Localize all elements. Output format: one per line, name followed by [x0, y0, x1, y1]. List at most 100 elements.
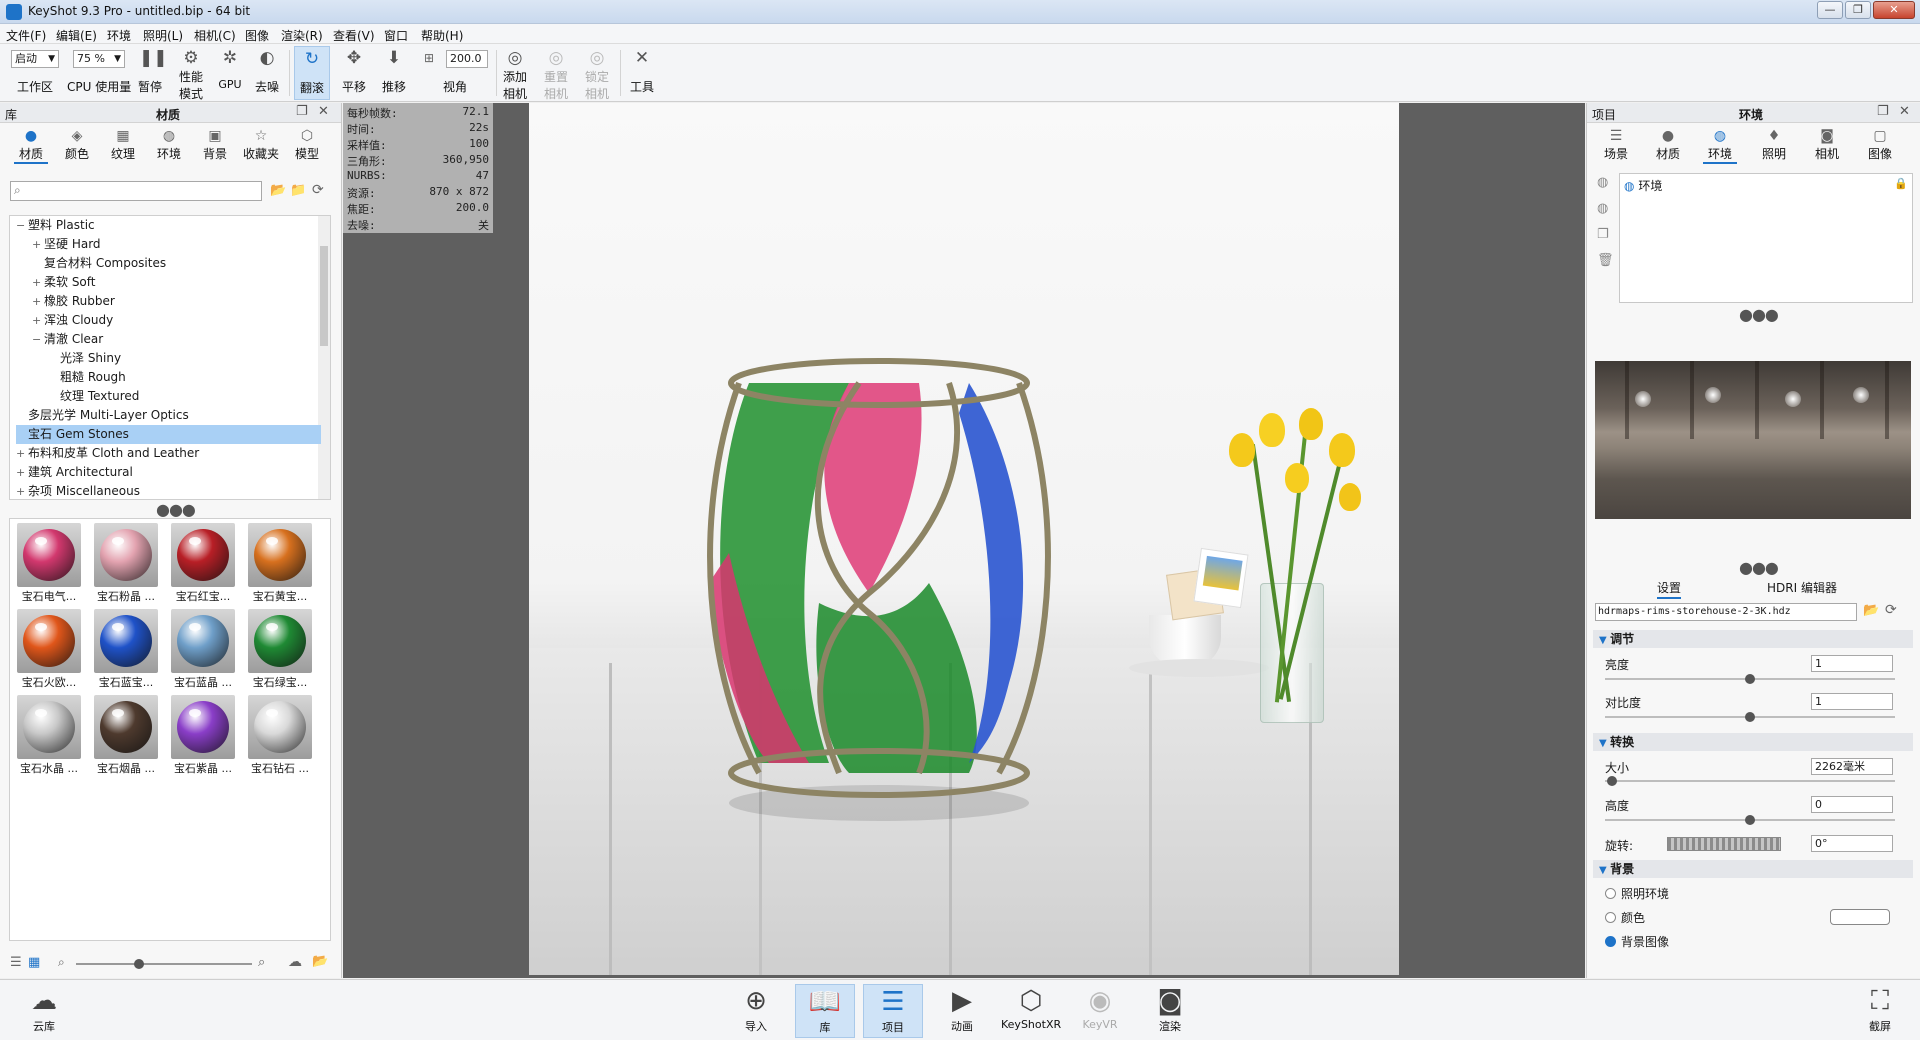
splitter-handle-icon[interactable]: ●●● — [1739, 305, 1779, 324]
grid-view-icon[interactable]: ▦ — [28, 955, 40, 970]
hdri-preview[interactable] — [1595, 361, 1911, 519]
transform-section-header[interactable]: ▼ 转换 — [1593, 733, 1913, 751]
tab-environments[interactable]: ◍ 环境 — [152, 127, 186, 162]
tree-item[interactable]: + 柔软 Soft — [32, 273, 321, 292]
tree-item[interactable]: 多层光学 Multi-Layer Optics — [16, 406, 321, 425]
tab-materials[interactable]: ● 材质 — [14, 127, 48, 164]
background-section-header[interactable]: ▼ 背景 — [1593, 860, 1913, 878]
background-color-swatch[interactable] — [1830, 909, 1890, 925]
render-image[interactable] — [529, 103, 1399, 975]
environment-list-item[interactable]: ◍ 环境 — [1624, 177, 1662, 194]
denoise-button[interactable]: ◐ 去噪 — [252, 48, 282, 95]
thumbnail-size-slider[interactable] — [76, 959, 252, 969]
folder-sync-icon[interactable]: 📁 — [290, 183, 306, 198]
cloud-library-button[interactable]: ☁ 云库 — [14, 984, 74, 1038]
add-environment-icon[interactable]: ◍ — [1597, 175, 1608, 190]
background-option-lighting-environment[interactable]: 照明环境 — [1605, 885, 1669, 902]
tumble-button[interactable]: ↻ 翻滚 — [294, 46, 330, 100]
pan-button[interactable]: ✥ 平移 — [338, 48, 370, 95]
tree-item[interactable]: 光泽 Shiny — [48, 349, 321, 368]
menu-camera[interactable]: 相机(C) — [194, 27, 236, 44]
expand-icon[interactable]: + — [32, 273, 44, 292]
maximize-button[interactable]: ❐ — [1845, 1, 1871, 19]
library-search-input[interactable]: ⌕ — [10, 181, 262, 201]
tab-lighting[interactable]: ♦ 照明 — [1757, 127, 1791, 162]
tree-item[interactable]: − 塑料 Plastic — [16, 216, 321, 235]
expand-icon[interactable]: + — [16, 463, 28, 482]
tree-item[interactable]: 粗糙 Rough — [48, 368, 321, 387]
menu-window[interactable]: 窗口 — [384, 27, 408, 44]
expand-icon[interactable]: + — [32, 311, 44, 330]
height-slider[interactable] — [1605, 815, 1895, 825]
slider-knob[interactable] — [1607, 776, 1617, 786]
refresh-icon[interactable]: ⟳ — [312, 182, 324, 198]
screenshot-button[interactable]: ⛶ 截屏 — [1850, 984, 1910, 1038]
material-thumbnail[interactable]: 宝石粉晶 ... — [91, 523, 161, 604]
tree-item[interactable]: + 杂项 Miscellaneous — [16, 482, 321, 499]
library-button[interactable]: 📖 库 — [795, 984, 855, 1038]
tab-material[interactable]: ● 材质 — [1651, 127, 1685, 162]
slider-knob[interactable] — [1745, 712, 1755, 722]
splitter-handle-icon[interactable]: ●●● — [1739, 558, 1779, 577]
field-of-view-input[interactable]: 200.0 — [446, 50, 488, 68]
material-thumbnail[interactable]: 宝石火欧... — [14, 609, 84, 690]
expand-icon[interactable]: + — [16, 444, 28, 463]
workspace-select[interactable]: 启动 ▼ — [11, 50, 59, 68]
tree-item[interactable]: 纹理 Textured — [48, 387, 321, 406]
material-thumbnail[interactable]: 宝石蓝宝... — [91, 609, 161, 690]
scrollbar-thumb[interactable] — [320, 246, 328, 346]
zoom-in-icon[interactable]: ⌕ — [258, 955, 265, 970]
list-view-icon[interactable]: ☰ — [10, 955, 22, 970]
material-thumbnail[interactable]: 宝石烟晶 ... — [91, 695, 161, 776]
lock-icon[interactable]: 🔒 — [1894, 177, 1908, 190]
upload-cloud-icon[interactable]: ☁ — [288, 954, 302, 970]
material-thumbnail[interactable]: 宝石钻石 ... — [245, 695, 315, 776]
hdri-file-field[interactable]: hdrmaps-rims-storehouse-2-3K.hdz — [1595, 603, 1857, 621]
contrast-input[interactable]: 1 — [1811, 693, 1893, 710]
add-globe-icon[interactable]: ◍ — [1597, 201, 1608, 216]
open-folder-icon[interactable]: 📂 — [1863, 603, 1879, 618]
size-input[interactable]: 2262毫米 — [1811, 758, 1893, 775]
tab-hdri-editor[interactable]: HDRI 编辑器 — [1767, 579, 1837, 596]
material-thumbnail[interactable]: 宝石水晶 ... — [14, 695, 84, 776]
collapse-icon[interactable]: − — [16, 216, 28, 235]
reset-camera-button[interactable]: ◎ 重置 相机 — [541, 48, 571, 102]
import-folder-icon[interactable]: 📂 — [312, 954, 328, 969]
menu-view[interactable]: 查看(V) — [333, 27, 375, 44]
material-thumbnail[interactable]: 宝石绿宝... — [245, 609, 315, 690]
menu-lighting[interactable]: 照明(L) — [143, 27, 183, 44]
slider-knob[interactable] — [1745, 815, 1755, 825]
zoom-out-icon[interactable]: ⌕ — [58, 955, 65, 970]
tab-textures[interactable]: ▦ 纹理 — [106, 127, 140, 162]
contrast-slider[interactable] — [1605, 712, 1895, 722]
material-thumbnail[interactable]: 宝石紫晶 ... — [168, 695, 238, 776]
tree-item[interactable]: 复合材料 Composites — [32, 254, 321, 273]
animation-button[interactable]: ▶ 动画 — [932, 984, 992, 1038]
menu-help[interactable]: 帮助(H) — [421, 27, 463, 44]
float-panel-icon[interactable]: ❐ — [1877, 104, 1889, 119]
float-panel-icon[interactable]: ❐ — [296, 104, 308, 119]
radio-button-selected[interactable] — [1605, 936, 1616, 947]
tab-settings[interactable]: 设置 — [1657, 579, 1682, 599]
material-thumbnail[interactable]: 宝石蓝晶 ... — [168, 609, 238, 690]
brightness-slider[interactable] — [1605, 674, 1895, 684]
close-panel-icon[interactable]: ✕ — [1899, 104, 1910, 119]
menu-file[interactable]: 文件(F) — [6, 27, 46, 44]
keyshotxr-button[interactable]: ⬡ KeyShotXR — [1001, 984, 1061, 1038]
import-button[interactable]: ⊕ 导入 — [726, 984, 786, 1038]
performance-mode-button[interactable]: ⚙ 性能 模式 — [176, 48, 206, 102]
tab-environment[interactable]: ◍ 环境 — [1703, 127, 1737, 164]
tools-button[interactable]: ✕ 工具 — [626, 48, 658, 95]
collapse-icon[interactable]: − — [32, 330, 44, 349]
menu-render[interactable]: 渲染(R) — [281, 27, 323, 44]
menu-edit[interactable]: 编辑(E) — [56, 27, 97, 44]
radio-button[interactable] — [1605, 912, 1616, 923]
lock-camera-button[interactable]: ◎ 锁定 相机 — [582, 48, 612, 102]
minimize-button[interactable]: — — [1817, 1, 1843, 19]
tree-item[interactable]: + 建筑 Architectural — [16, 463, 321, 482]
tree-item[interactable]: + 坚硬 Hard — [32, 235, 321, 254]
tree-item[interactable]: + 橡胶 Rubber — [32, 292, 321, 311]
menu-environment[interactable]: 环境 — [107, 27, 131, 44]
slider-knob[interactable] — [134, 959, 144, 969]
refresh-icon[interactable]: ⟳ — [1885, 602, 1897, 618]
